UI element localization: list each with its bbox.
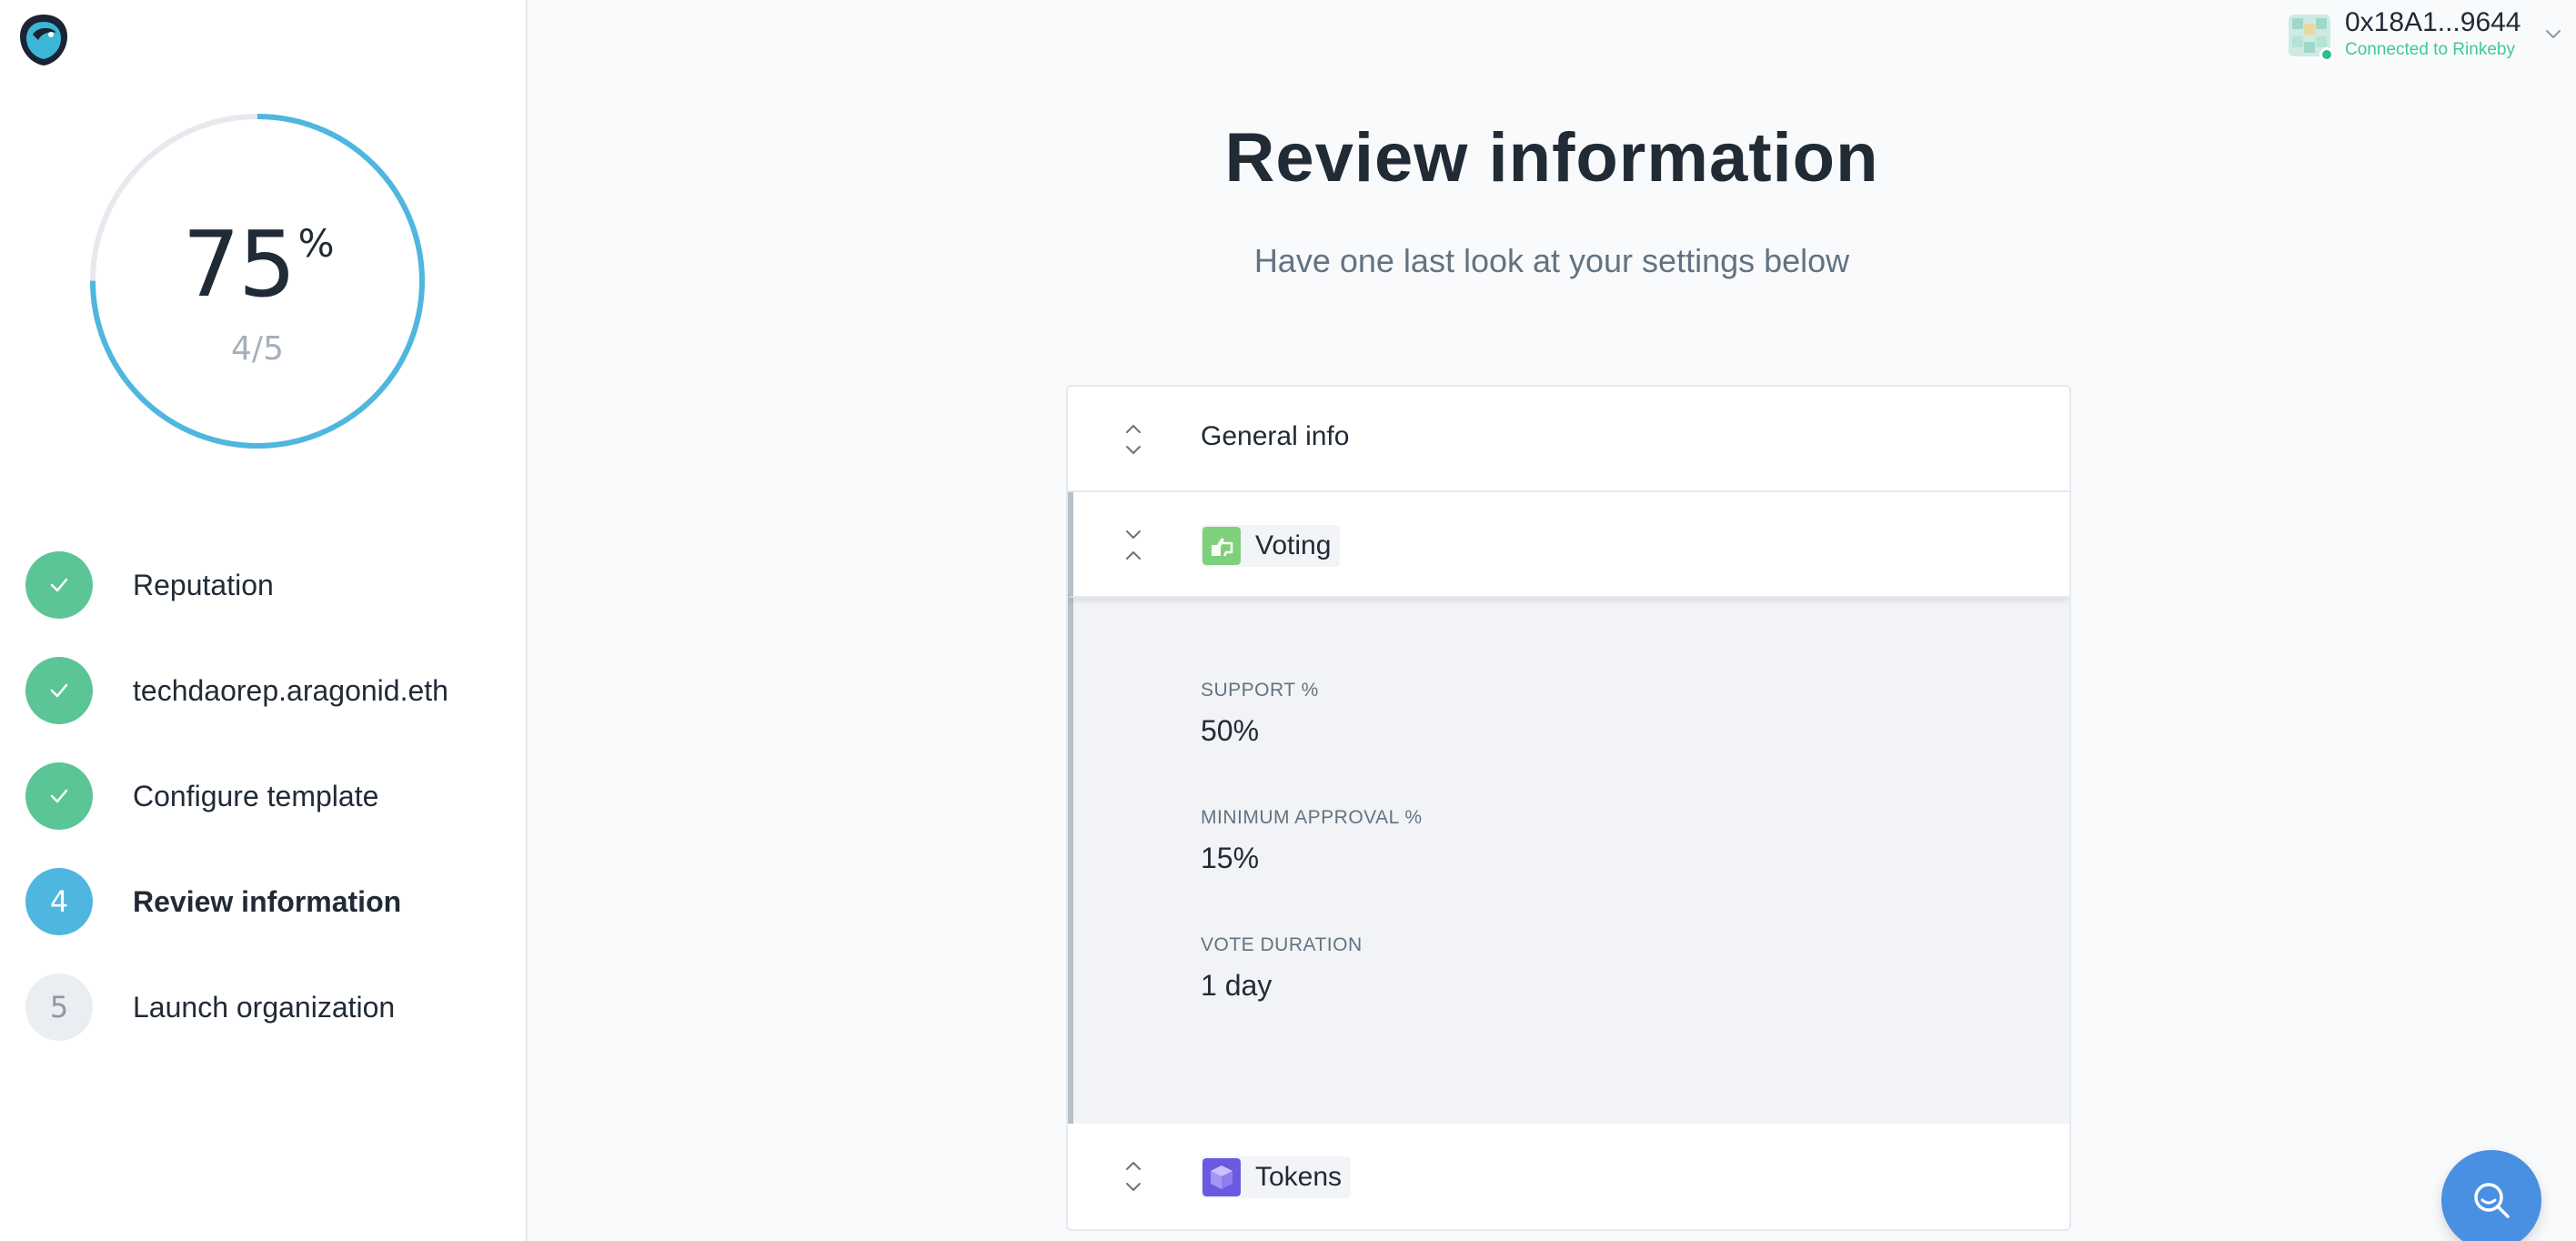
help-button[interactable] (2441, 1150, 2541, 1241)
voting-details-panel: SUPPORT % 50% MINIMUM APPROVAL % 15% VOT… (1068, 598, 2069, 1124)
step-done-check-icon (25, 657, 93, 724)
aragon-logo-icon (15, 11, 73, 69)
tokens-chip: Tokens (1201, 1156, 1352, 1198)
accordion-label: General info (1201, 421, 1350, 451)
search-help-icon (2474, 1183, 2510, 1218)
accordion-label: Voting (1255, 530, 1332, 560)
progress-percent-sign: % (297, 221, 335, 266)
progress-percent-number: 75 (182, 211, 296, 318)
chevron-down-icon (2546, 30, 2561, 38)
step-label: techdaorep.aragonid.eth (133, 673, 448, 707)
step-item-launch-organization[interactable]: 5 Launch organization (25, 974, 517, 1041)
step-item-domain[interactable]: techdaorep.aragonid.eth (25, 657, 517, 724)
step-number-badge: 4 (25, 868, 93, 935)
step-label: Review information (133, 884, 402, 918)
step-done-check-icon (25, 551, 93, 619)
step-label: Configure template (133, 779, 379, 812)
voting-thumbs-icon (1202, 527, 1241, 565)
expand-toggle-icon[interactable] (1119, 414, 1148, 465)
account-button[interactable]: 0x18A1...9644 Connected to Rinkeby (2289, 7, 2561, 64)
progress-step-count: 4/5 (231, 330, 284, 368)
tokens-cube-icon (1202, 1158, 1241, 1196)
step-label: Reputation (133, 568, 274, 601)
page-title: Review information (1224, 119, 1879, 197)
account-network-status: Connected to Rinkeby (2345, 40, 2515, 59)
review-accordion: General info Voting SUPPORT % 50% MINIMU… (1066, 385, 2071, 1231)
step-number-badge: 5 (25, 974, 93, 1041)
field-value-support: 50% (1201, 714, 1260, 747)
step-item-configure-template[interactable]: Configure template (25, 762, 517, 830)
accordion-row-general-info[interactable]: General info (1068, 387, 2069, 492)
account-address: 0x18A1...9644 (2345, 7, 2521, 37)
field-label-minimum-approval: MINIMUM APPROVAL % (1201, 807, 1423, 828)
connection-status-dot (2319, 47, 2334, 62)
sidebar: 75% 4/5 Reputation techdaorep.aragonid.e… (0, 0, 528, 1241)
accordion-label: Tokens (1255, 1162, 1343, 1192)
progress-ring: 75% 4/5 (88, 112, 427, 450)
progress-percent: 75% (88, 219, 427, 310)
field-value-minimum-approval: 15% (1201, 842, 1260, 874)
field-value-vote-duration: 1 day (1201, 969, 1273, 1002)
step-item-reputation[interactable]: Reputation (25, 551, 517, 619)
collapse-toggle-icon[interactable] (1119, 520, 1148, 570)
accordion-row-tokens[interactable]: Tokens (1068, 1124, 2069, 1229)
field-label-vote-duration: VOTE DURATION (1201, 934, 1363, 955)
voting-chip: Voting (1201, 525, 1341, 567)
step-item-review-information[interactable]: 4 Review information (25, 868, 517, 935)
field-label-support: SUPPORT % (1201, 680, 1319, 701)
accordion-row-voting[interactable]: Voting (1068, 492, 2069, 598)
expand-toggle-icon[interactable] (1119, 1151, 1148, 1202)
step-label: Launch organization (133, 990, 396, 1024)
step-done-check-icon (25, 762, 93, 830)
page-subtitle: Have one last look at your settings belo… (1253, 242, 1850, 279)
